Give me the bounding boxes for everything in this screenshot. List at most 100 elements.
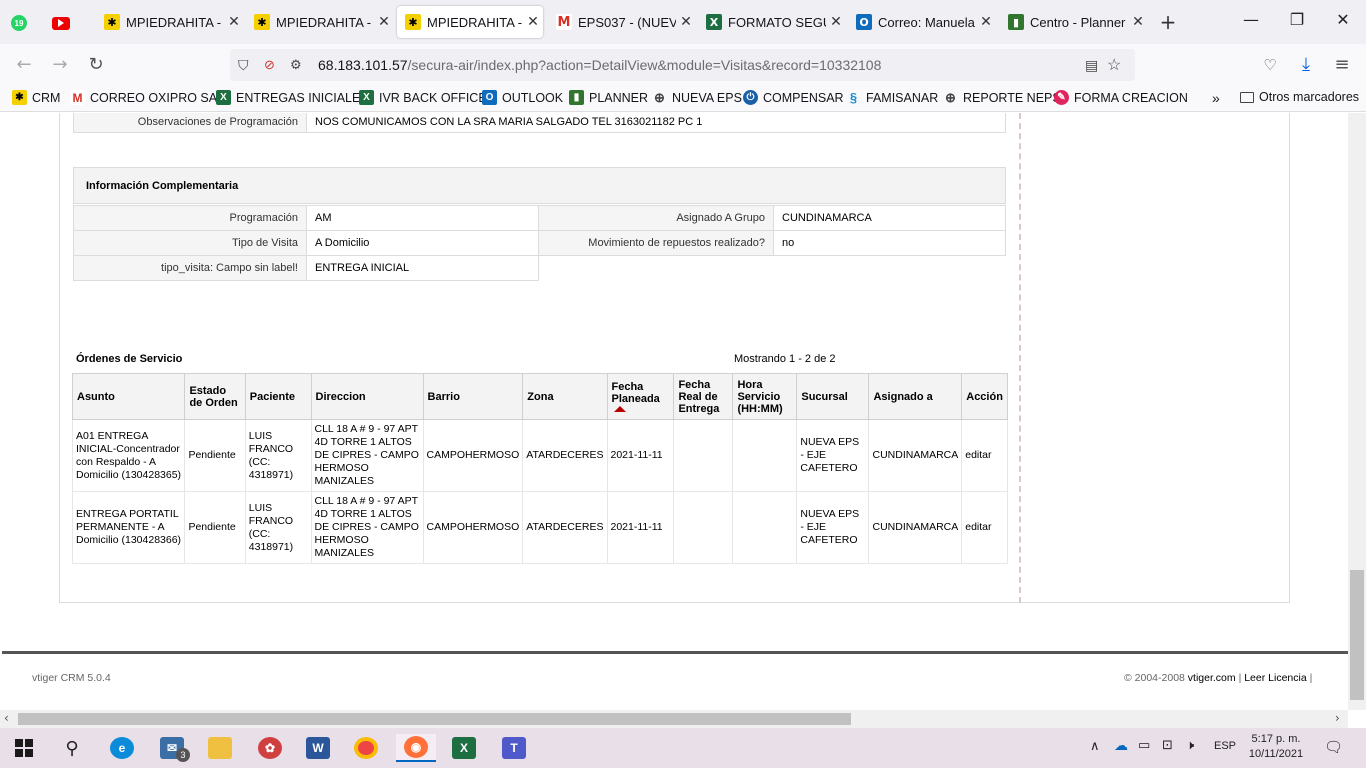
close-icon[interactable]: ✕ (523, 14, 543, 30)
volume-icon[interactable]: 🕨 (1186, 738, 1194, 753)
excel-icon: X (452, 737, 476, 759)
tab-label: MPIEDRAHITA - A (427, 14, 523, 30)
tab-mpiedrahita-1[interactable]: ✱ MPIEDRAHITA - A ✕ (96, 6, 244, 38)
taskbar-explorer[interactable] (200, 734, 240, 762)
close-icon[interactable]: ✕ (676, 14, 696, 30)
vtiger-link[interactable]: vtiger.com (1188, 672, 1236, 684)
cell-zona: ATARDECERES (522, 419, 608, 492)
bookmark-outlook[interactable]: O OUTLOOK (482, 90, 563, 105)
bookmark-entregas-iniciales[interactable]: X ENTREGAS INICIALES (216, 90, 369, 105)
minimize-button[interactable]: — (1228, 10, 1274, 29)
section-header-complementaria: Información Complementaria (73, 167, 1006, 204)
bookmark-planner[interactable]: ▮ PLANNER (569, 90, 648, 105)
horizontal-scrollbar[interactable]: ‹ › (0, 710, 1348, 728)
vertical-scrollbar[interactable] (1348, 113, 1366, 710)
taskbar-chrome[interactable] (346, 734, 386, 762)
onedrive-icon[interactable]: ☁ (1114, 738, 1128, 754)
close-window-button[interactable]: ✕ (1320, 10, 1366, 29)
cell-asignado: CUNDINAMARCA (868, 491, 963, 564)
col-asunto[interactable]: Asunto (71, 373, 186, 420)
tab-centro-planner[interactable]: ▮ Centro - Planner ✕ (1000, 6, 1148, 38)
license-link[interactable]: Leer Licencia (1244, 672, 1306, 684)
tab-eps037[interactable]: M EPS037 - (NUEVA I ✕ (548, 6, 696, 38)
tab-mpiedrahita-active[interactable]: ✱ MPIEDRAHITA - A ✕ (397, 6, 543, 38)
horizontal-scroll-thumb[interactable] (18, 713, 851, 725)
close-icon[interactable]: ✕ (374, 14, 394, 30)
outlook-icon: O (856, 14, 872, 30)
bookmark-ivr-back-office[interactable]: X IVR BACK OFFICE (359, 90, 487, 105)
show-hidden-icons[interactable]: ∧ (1090, 739, 1100, 754)
taskbar-excel[interactable]: X (444, 734, 484, 762)
col-barrio[interactable]: Barrio (422, 373, 524, 420)
taskbar-teams[interactable]: T (494, 734, 534, 762)
taskbar-edge[interactable]: e (102, 734, 142, 762)
col-hora-servicio[interactable]: Hora Servicio (HH:MM) (732, 373, 798, 420)
scroll-left-icon[interactable]: ‹ (4, 711, 9, 725)
scroll-right-icon[interactable]: › (1335, 711, 1340, 725)
bookmark-nueva-eps[interactable]: ⊕ NUEVA EPS (652, 90, 742, 105)
bookmarks-overflow-icon[interactable]: » (1212, 90, 1220, 106)
col-asignado[interactable]: Asignado a (868, 373, 963, 420)
ordenes-table: Asunto Estado de Orden Paciente Direccio… (71, 373, 1008, 564)
close-icon[interactable]: ✕ (1128, 14, 1148, 30)
network-icon[interactable]: ⊡ (1162, 738, 1173, 753)
other-bookmarks[interactable]: Otros marcadores (1240, 90, 1359, 104)
col-zona[interactable]: Zona (522, 373, 608, 420)
bookmark-forma-creacion[interactable]: ✎ FORMA CREACION (1054, 90, 1188, 105)
tab-mpiedrahita-2[interactable]: ✱ MPIEDRAHITA - A ✕ (246, 6, 394, 38)
col-direccion[interactable]: Direccion (310, 373, 424, 420)
close-icon[interactable]: ✕ (976, 14, 996, 30)
col-sucursal[interactable]: Sucursal (796, 373, 870, 420)
tab-correo-manuela[interactable]: O Correo: Manuela M ✕ (848, 6, 996, 38)
close-icon[interactable]: ✕ (224, 14, 244, 30)
vertical-scroll-thumb[interactable] (1350, 570, 1364, 700)
taskbar-firefox[interactable]: ◉ (396, 734, 436, 762)
bookmark-label: IVR BACK OFFICE (379, 90, 487, 105)
forward-button[interactable]: → (46, 52, 74, 78)
reader-view-icon[interactable]: ▤ (1085, 57, 1107, 74)
col-fecha-planeada[interactable]: Fecha Planeada (606, 373, 675, 420)
bookmark-famisanar[interactable]: § FAMISANAR (846, 90, 938, 105)
downloads-icon[interactable]: ⤓ (1292, 52, 1320, 78)
new-tab-button[interactable]: + (1156, 10, 1180, 34)
bookmark-compensar[interactable]: ⏻ COMPENSAR (743, 90, 844, 105)
clock[interactable]: 5:17 p. m. 10/11/2021 (1244, 732, 1308, 762)
taskbar-mail[interactable]: ✉ 3 (152, 734, 192, 762)
bookmark-star-icon[interactable]: ☆ (1107, 55, 1135, 75)
permissions-icon[interactable]: ⚙ (290, 57, 308, 73)
reload-button[interactable]: ↻ (82, 52, 110, 78)
col-paciente[interactable]: Paciente (244, 373, 312, 420)
planner-icon: ▮ (1008, 14, 1024, 30)
search-button[interactable]: ⚲ (52, 734, 92, 762)
lock-insecure-icon[interactable]: ⊘ (264, 57, 282, 73)
bookmark-reporte-neps[interactable]: ⊕ REPORTE NEPS (943, 90, 1061, 105)
globe-icon: ⊕ (945, 89, 956, 105)
battery-icon[interactable]: ▭ (1138, 738, 1150, 753)
taskbar-word[interactable]: W (298, 734, 338, 762)
firefox-icon: ◉ (404, 736, 428, 758)
restore-button[interactable]: ❐ (1274, 10, 1320, 29)
close-icon[interactable]: ✕ (826, 14, 846, 30)
pinned-youtube-tab[interactable] (50, 12, 72, 34)
editar-link[interactable]: editar (961, 491, 1008, 564)
notifications-icon[interactable]: 🗨 (1324, 738, 1343, 756)
url-bar[interactable]: ⛉ ⊘ ⚙ 68.183.101.57/secura-air/index.php… (230, 49, 1135, 81)
bookmark-correo-oxipro[interactable]: M CORREO OXIPRO SAS (70, 90, 225, 105)
bookmark-label: FAMISANAR (866, 90, 939, 105)
pocket-icon[interactable]: ♡ (1256, 52, 1284, 78)
language-indicator[interactable]: ESP (1214, 740, 1236, 752)
col-fecha-real[interactable]: Fecha Real de Entrega (673, 373, 734, 420)
pinned-whatsapp-tab[interactable]: 19 (8, 12, 30, 34)
windows-logo-icon (15, 739, 33, 757)
tab-label: Correo: Manuela M (878, 14, 976, 30)
col-estado[interactable]: Estado de Orden (184, 373, 246, 420)
menu-icon[interactable]: ≡ (1328, 52, 1356, 78)
bookmark-crm[interactable]: ✱ CRM (12, 90, 60, 105)
tab-formato-seguim[interactable]: X FORMATO SEGUIM ✕ (698, 6, 846, 38)
taskbar-app[interactable]: ✿ (250, 734, 290, 762)
editar-link[interactable]: editar (961, 419, 1008, 492)
table-row: A01 ENTREGA INICIAL-Concentrador con Res… (71, 419, 1008, 492)
back-button[interactable]: ← (10, 52, 38, 78)
shield-icon[interactable]: ⛉ (238, 57, 256, 74)
start-button[interactable] (4, 734, 44, 762)
